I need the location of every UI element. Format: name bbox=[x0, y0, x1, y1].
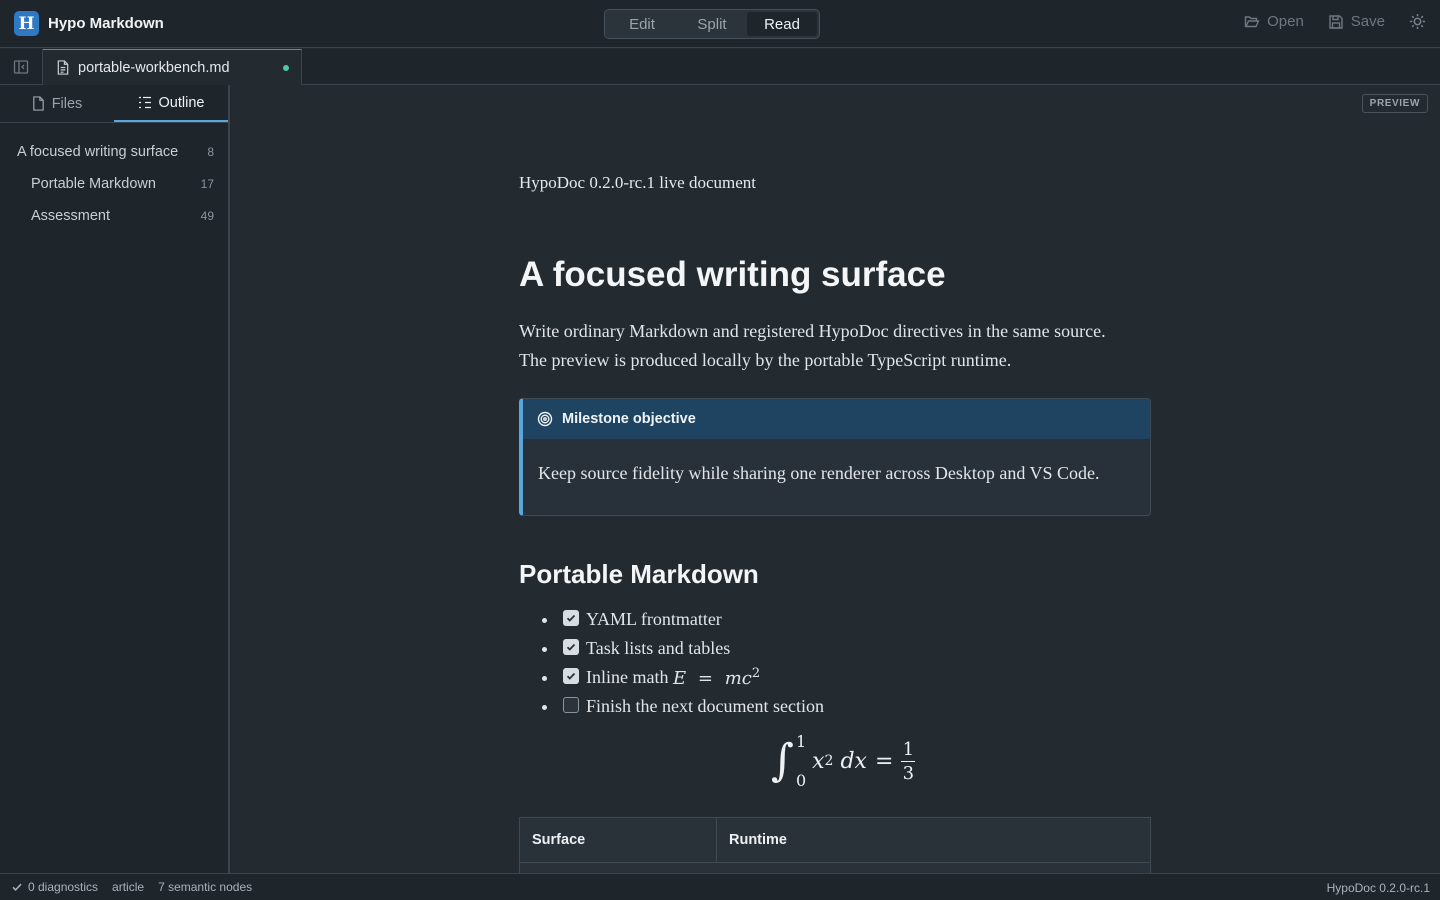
diagnostics-count: 0 diagnostics bbox=[28, 880, 99, 894]
check-icon bbox=[566, 614, 576, 622]
sidebar-tabs: Files Outline bbox=[0, 85, 228, 123]
document-tab-label: portable-workbench.md bbox=[78, 59, 230, 76]
unsaved-indicator bbox=[283, 65, 289, 71]
app-brand: H Hypo Markdown bbox=[14, 11, 164, 36]
inline-math: E = mc2 bbox=[672, 666, 761, 689]
diagnostics-status[interactable]: 0 diagnostics bbox=[11, 880, 98, 894]
integral-upper: 1 bbox=[795, 732, 807, 751]
integrand-var: x bbox=[812, 748, 825, 774]
list-item: Inline math E = mc2 bbox=[519, 663, 824, 692]
target-icon bbox=[537, 411, 553, 427]
outline-item-title: Portable Markdown bbox=[31, 176, 156, 192]
task-text: Task lists and tables bbox=[586, 638, 731, 658]
sun-icon bbox=[1410, 14, 1425, 29]
outline-item[interactable]: Assessment 49 bbox=[0, 200, 228, 232]
check-icon bbox=[566, 643, 576, 651]
task-list: YAML frontmatter Task lists and tables I… bbox=[519, 605, 824, 721]
preview-badge: PREVIEW bbox=[1361, 94, 1428, 113]
document-tab[interactable]: portable-workbench.md bbox=[43, 49, 302, 85]
callout-body: Keep source fidelity while sharing one r… bbox=[538, 463, 1100, 483]
table-header-runtime: Runtime bbox=[717, 818, 1150, 863]
list-item: YAML frontmatter bbox=[519, 605, 824, 634]
outline-item[interactable]: Portable Markdown 17 bbox=[0, 168, 228, 200]
outline-icon bbox=[138, 96, 151, 109]
task-checkbox[interactable] bbox=[563, 667, 579, 684]
task-checkbox[interactable] bbox=[563, 609, 579, 626]
app-name: Hypo Markdown bbox=[48, 15, 164, 32]
top-bar: H Hypo Markdown Edit Split Read Open Sav… bbox=[0, 0, 1440, 48]
save-label: Save bbox=[1350, 13, 1385, 30]
save-icon bbox=[1329, 14, 1343, 29]
bullet bbox=[542, 647, 547, 652]
runtime-version: HypoDoc 0.2.0-rc.1 bbox=[1326, 881, 1430, 895]
list-item: Finish the next document section bbox=[519, 692, 824, 721]
semantic-node-count: 7 semantic nodes bbox=[158, 880, 253, 894]
bullet bbox=[542, 676, 547, 681]
folder-open-icon bbox=[1244, 15, 1260, 27]
differential: dx bbox=[840, 748, 867, 774]
heading-2: Portable Markdown bbox=[519, 559, 759, 589]
tab-files[interactable]: Files bbox=[0, 85, 114, 122]
integrand-exp: 2 bbox=[824, 753, 834, 769]
document-kind: article bbox=[112, 880, 145, 894]
callout-box: Milestone objective Keep source fidelity… bbox=[519, 398, 1151, 516]
theme-toggle-button[interactable] bbox=[1409, 13, 1426, 30]
sidebar-toggle-button[interactable] bbox=[0, 49, 43, 84]
preview-pane[interactable]: PREVIEW HypoDoc 0.2.0-rc.1 live document… bbox=[230, 85, 1440, 873]
save-button[interactable]: Save bbox=[1328, 13, 1385, 30]
fraction-bar bbox=[901, 760, 916, 762]
open-label: Open bbox=[1267, 13, 1304, 30]
task-text: Inline math bbox=[586, 667, 673, 687]
tab-outline[interactable]: Outline bbox=[114, 85, 228, 122]
check-icon bbox=[566, 672, 576, 680]
bullet bbox=[542, 618, 547, 623]
callout-title: Milestone objective bbox=[562, 411, 696, 427]
integral-lower: 0 bbox=[795, 771, 807, 790]
heading-1: A focused writing surface bbox=[519, 255, 946, 294]
equals-sign: = bbox=[874, 748, 894, 774]
intro-line-2: The preview is produced locally by the p… bbox=[519, 350, 1012, 370]
mode-edit-button[interactable]: Edit bbox=[607, 12, 677, 36]
bullet bbox=[542, 705, 547, 710]
outline-item[interactable]: A focused writing surface 8 bbox=[0, 136, 228, 168]
fraction-numerator: 1 bbox=[902, 738, 915, 760]
document-meta: HypoDoc 0.2.0-rc.1 live document bbox=[519, 173, 756, 192]
fraction-denominator: 3 bbox=[902, 762, 915, 784]
outline-item-line: 17 bbox=[200, 177, 214, 191]
tab-outline-label: Outline bbox=[158, 94, 205, 111]
fraction: 1 3 bbox=[901, 738, 916, 784]
integral-limits: 1 0 bbox=[796, 732, 806, 790]
outline-item-title: Assessment bbox=[31, 208, 110, 224]
integral-sign: ∫ bbox=[771, 735, 794, 786]
open-button[interactable]: Open bbox=[1244, 13, 1304, 30]
outline-item-line: 49 bbox=[200, 209, 214, 223]
top-actions: Open Save bbox=[1244, 13, 1426, 30]
task-checkbox[interactable] bbox=[563, 696, 579, 713]
view-mode-switch: Edit Split Read bbox=[604, 9, 820, 39]
outline-item-title: A focused writing surface bbox=[17, 144, 179, 160]
list-item: Task lists and tables bbox=[519, 634, 824, 663]
intro-paragraph: Write ordinary Markdown and registered H… bbox=[519, 317, 1151, 375]
tab-strip: portable-workbench.md bbox=[0, 49, 1440, 85]
outline-list: A focused writing surface 8 Portable Mar… bbox=[0, 123, 228, 232]
task-text: Finish the next document section bbox=[586, 696, 824, 716]
check-icon bbox=[12, 883, 22, 891]
mode-read-button[interactable]: Read bbox=[747, 12, 817, 36]
task-checkbox[interactable] bbox=[563, 638, 579, 655]
table-header-surface: Surface bbox=[520, 818, 717, 863]
data-table: Surface Runtime bbox=[519, 817, 1151, 873]
document-icon bbox=[57, 60, 69, 75]
callout-header: Milestone objective bbox=[523, 399, 1150, 439]
app-logo: H bbox=[14, 11, 39, 36]
sidebar: Files Outline A focused writing surface … bbox=[0, 85, 230, 873]
outline-item-line: 8 bbox=[207, 145, 214, 159]
file-icon bbox=[32, 96, 44, 111]
status-bar: 0 diagnostics article 7 semantic nodes H… bbox=[0, 873, 1440, 900]
task-text: YAML frontmatter bbox=[586, 609, 722, 629]
display-math: ∫ 1 0 x2 dx = 1 3 bbox=[771, 730, 916, 792]
tab-files-label: Files bbox=[51, 95, 83, 112]
intro-line-1: Write ordinary Markdown and registered H… bbox=[519, 321, 1106, 341]
sidebar-collapse-icon bbox=[13, 59, 29, 74]
mode-split-button[interactable]: Split bbox=[677, 12, 747, 36]
